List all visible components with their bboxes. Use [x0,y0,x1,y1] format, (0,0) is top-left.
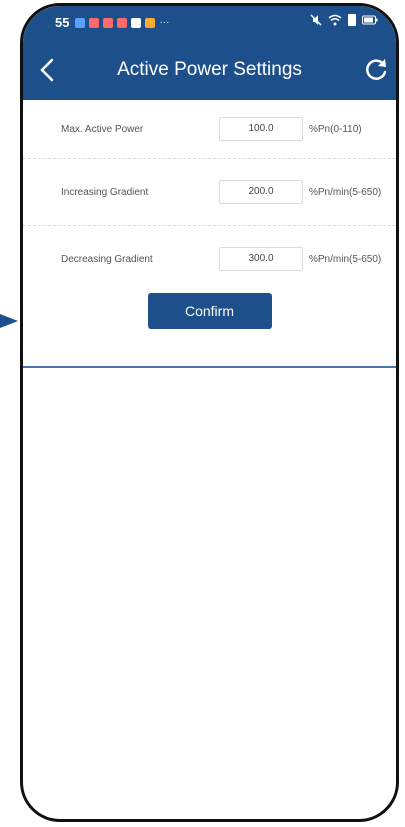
notification-icon [117,17,128,28]
max-active-power-input[interactable]: 100.0 [219,117,303,141]
status-right [310,14,378,26]
decreasing-gradient-input[interactable]: 300.0 [219,247,303,271]
settings-panel: Max. Active Power 100.0 %Pn(0-110) Incre… [23,100,396,368]
pointer-arrow-icon [0,314,18,328]
increasing-gradient-input[interactable]: 200.0 [219,180,303,204]
status-bar: 55 ··· [23,6,396,40]
setting-unit: %Pn/min(5-650) [309,253,382,265]
notification-icon [131,17,142,28]
status-left: 55 ··· [55,15,169,30]
setting-row-increasing-gradient: Increasing Gradient 200.0 %Pn/min(5-650) [23,159,396,226]
notification-icon [145,17,156,28]
setting-row-max-active-power: Max. Active Power 100.0 %Pn(0-110) [23,100,396,159]
confirm-button[interactable]: Confirm [147,293,272,329]
chevron-left-icon[interactable] [35,56,61,84]
more-notifications-icon: ··· [159,17,170,28]
notification-icon [75,17,86,28]
phone-frame: 55 ··· Active Power Settings Max. Active… [20,3,399,822]
setting-unit: %Pn(0-110) [309,123,362,135]
mute-icon [310,14,322,26]
battery-icon [362,15,378,25]
refresh-icon[interactable] [362,56,390,84]
notification-icon [89,17,100,28]
status-time: 55 [55,15,70,30]
wifi-icon [328,14,342,26]
confirm-wrap: Confirm [23,293,396,329]
app-header: Active Power Settings [23,40,396,100]
notification-icon [103,17,114,28]
sim-icon [348,14,356,26]
page-title: Active Power Settings [117,59,302,80]
setting-unit: %Pn/min(5-650) [309,186,382,198]
setting-label: Decreasing Gradient [61,253,153,265]
setting-label: Max. Active Power [61,123,144,135]
setting-row-decreasing-gradient: Decreasing Gradient 300.0 %Pn/min(5-650) [23,226,396,292]
setting-label: Increasing Gradient [61,186,149,198]
